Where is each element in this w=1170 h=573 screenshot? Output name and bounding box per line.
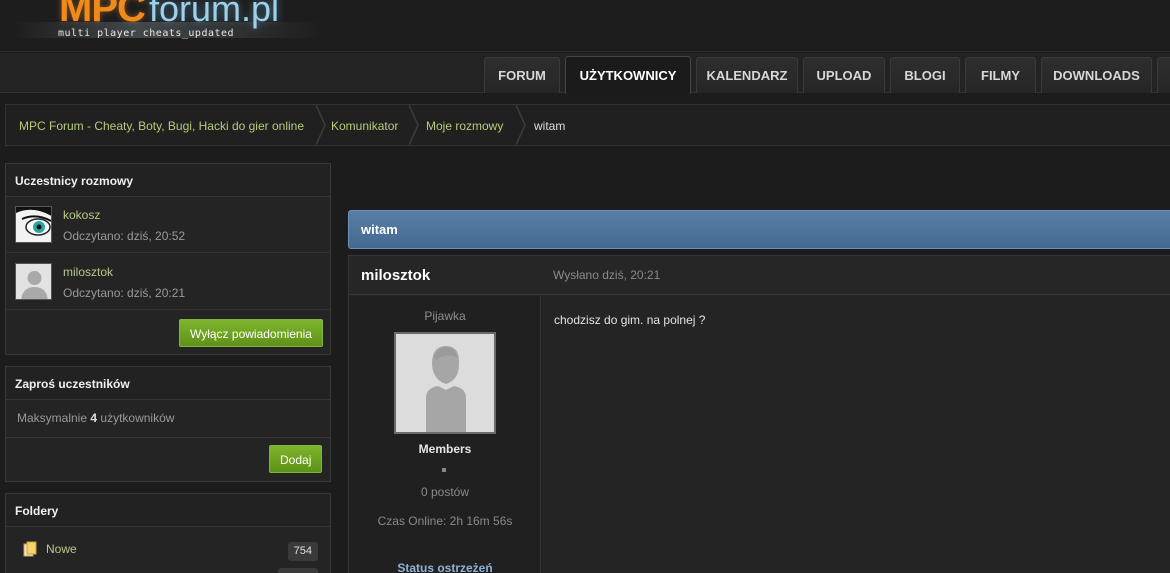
tab-downloads[interactable]: Downloads xyxy=(1041,57,1152,93)
author-online-time: Czas Online: 2h 16m 56s xyxy=(377,514,513,528)
divider xyxy=(6,437,330,438)
invite-limit-text: Maksymalnie 4 użytkowników xyxy=(17,411,174,425)
logo-forum-text: forum.pl xyxy=(149,0,280,29)
breadcrumb-home[interactable]: MPC Forum - Cheaty, Boty, Bugi, Hacki do… xyxy=(19,105,304,145)
author-group: Members xyxy=(418,442,472,456)
participant-read-status: Odczytano: dziś, 20:52 xyxy=(63,229,186,243)
tab-calendar[interactable]: Kalendarz xyxy=(696,57,798,93)
breadcrumb: MPC Forum - Cheaty, Boty, Bugi, Hacki do… xyxy=(5,104,1170,146)
breadcrumb-messenger[interactable]: Komunikator xyxy=(331,105,398,145)
post-date: Wysłano dziś, 20:21 xyxy=(553,268,661,282)
conversation-title: witam xyxy=(348,210,1170,249)
tab-blogs[interactable]: Blogi xyxy=(890,57,960,93)
site-header: MPC forum.pl multi player cheats_updated xyxy=(0,0,1170,52)
post-header: milosztok Wysłano dziś, 20:21 xyxy=(349,256,1170,295)
post-author[interactable]: milosztok xyxy=(361,267,430,284)
post-body: chodzisz do gim. na polnej ? xyxy=(554,313,706,327)
tab-more[interactable] xyxy=(1157,57,1170,93)
participant-name[interactable]: milosztok xyxy=(63,265,113,279)
avatar[interactable] xyxy=(15,206,52,243)
participant-row: kokosz Odczytano: dziś, 20:52 xyxy=(6,197,330,253)
tab-upload[interactable]: Upload xyxy=(803,57,885,93)
invite-limit-suffix: użytkowników xyxy=(100,411,175,425)
folder-count-badge xyxy=(278,568,318,573)
breadcrumb-current: witam xyxy=(534,119,566,133)
folder-count-badge: 754 xyxy=(287,542,318,561)
warning-status[interactable]: Status ostrzeżeń xyxy=(349,561,541,573)
invite-limit-count: 4 xyxy=(90,411,98,425)
tab-films[interactable]: Filmy xyxy=(965,57,1036,93)
tab-forum[interactable]: Forum xyxy=(484,57,560,93)
avatar[interactable] xyxy=(15,263,52,300)
avatar[interactable] xyxy=(394,332,496,434)
author-info: Pijawka Members 0 postów Czas Online: 2h… xyxy=(349,296,541,573)
logo-mpc-text: MPC xyxy=(59,0,146,30)
participants-title: Uczestnicy rozmowy xyxy=(6,164,330,197)
author-post-count: 0 postów xyxy=(420,485,470,499)
folder-name[interactable]: Nowe xyxy=(46,542,77,556)
participant-read-status: Odczytano: dziś, 20:21 xyxy=(63,286,186,300)
post: milosztok Wysłano dziś, 20:21 Pijawka Me… xyxy=(348,255,1170,573)
folder-icon xyxy=(22,541,38,560)
invite-panel: Zaproś uczestników Maksymalnie 4 użytkow… xyxy=(5,366,331,482)
invite-limit-prefix: Maksymalnie xyxy=(17,411,88,425)
participants-panel: Uczestnicy rozmowy kokosz Odczytano: dzi… xyxy=(5,163,331,355)
folder-item[interactable]: Nowe 754 xyxy=(6,530,330,566)
main-nav: Forum Użytkownicy Kalendarz Upload Blogi… xyxy=(0,53,1170,94)
participant-row: milosztok Odczytano: dziś, 20:21 xyxy=(6,254,330,310)
breadcrumb-separator-icon xyxy=(409,105,419,145)
folders-panel: Foldery Nowe 754 xyxy=(5,493,331,573)
disable-notifications-button[interactable]: Wyłącz powiadomienia xyxy=(179,319,323,347)
logo-tagline: multi player cheats_updated xyxy=(58,28,235,39)
rank-pip-icon xyxy=(442,468,446,472)
tab-users[interactable]: Użytkownicy xyxy=(565,56,691,94)
author-rank: Pijawka xyxy=(424,309,466,323)
breadcrumb-separator-icon xyxy=(316,105,326,145)
breadcrumb-separator-icon xyxy=(516,105,526,145)
folders-title: Foldery xyxy=(6,494,330,527)
breadcrumb-my-conversations[interactable]: Moje rozmowy xyxy=(426,105,503,145)
invite-title: Zaproś uczestników xyxy=(6,367,330,400)
add-participant-button[interactable]: Dodaj xyxy=(269,445,323,473)
participant-name[interactable]: kokosz xyxy=(63,208,100,222)
site-logo[interactable]: MPC forum.pl multi player cheats_updated xyxy=(14,0,334,50)
